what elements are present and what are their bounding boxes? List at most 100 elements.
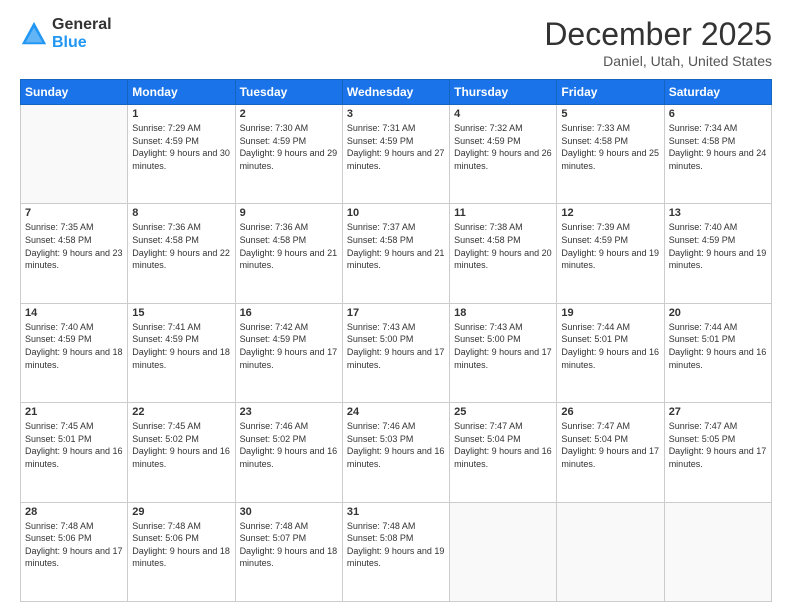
day-detail: Sunrise: 7:46 AMSunset: 5:03 PMDaylight:… [347, 420, 445, 470]
col-wednesday: Wednesday [342, 80, 449, 105]
table-row: 8Sunrise: 7:36 AMSunset: 4:58 PMDaylight… [128, 204, 235, 303]
day-detail: Sunrise: 7:31 AMSunset: 4:59 PMDaylight:… [347, 122, 445, 172]
table-row: 15 Sunrise: 7:41 AMSunset: 4:59 PMDayligh… [128, 303, 235, 402]
logo-blue: Blue [52, 34, 112, 52]
day-number: 16 [240, 307, 338, 319]
day-detail: Sunrise: 7:48 AMSunset: 5:06 PMDaylight:… [25, 520, 123, 570]
table-row [21, 105, 128, 204]
day-number: 29 [132, 506, 230, 518]
day-detail: Sunrise: 7:44 AMSunset: 5:01 PMDaylight:… [561, 321, 659, 371]
day-number: 23 [240, 406, 338, 418]
day-detail: Sunrise: 7:37 AMSunset: 4:58 PMDaylight:… [347, 221, 445, 271]
day-number: 1 [132, 108, 230, 120]
table-row: 9 Sunrise: 7:36 AMSunset: 4:58 PMDaylight… [235, 204, 342, 303]
table-row: 20Sunrise: 7:44 AMSunset: 5:01 PMDayligh… [664, 303, 771, 402]
calendar-week-row: 14 Sunrise: 7:40 AMSunset: 4:59 PMDayligh… [21, 303, 772, 402]
logo-general: General [52, 16, 112, 34]
logo-icon [20, 20, 48, 48]
day-number: 27 [669, 406, 767, 418]
day-number: 15 [132, 307, 230, 319]
table-row: 3 Sunrise: 7:31 AMSunset: 4:59 PMDaylight… [342, 105, 449, 204]
day-detail: Sunrise: 7:48 AMSunset: 5:07 PMDaylight:… [240, 520, 338, 570]
day-number: 8 [132, 207, 230, 219]
table-row: 27 Sunrise: 7:47 AMSunset: 5:05 PMDayligh… [664, 403, 771, 502]
table-row: 17Sunrise: 7:43 AMSunset: 5:00 PMDayligh… [342, 303, 449, 402]
col-saturday: Saturday [664, 80, 771, 105]
table-row: 7Sunrise: 7:35 AMSunset: 4:58 PMDaylight… [21, 204, 128, 303]
table-row: 25 Sunrise: 7:47 AMSunset: 5:04 PMDayligh… [450, 403, 557, 502]
day-number: 21 [25, 406, 123, 418]
table-row: 1 Sunrise: 7:29 AMSunset: 4:59 PMDaylight… [128, 105, 235, 204]
table-row: 24Sunrise: 7:46 AMSunset: 5:03 PMDayligh… [342, 403, 449, 502]
day-detail: Sunrise: 7:43 AMSunset: 5:00 PMDaylight:… [454, 321, 552, 371]
location-title: Daniel, Utah, United States [544, 53, 772, 69]
table-row: 19 Sunrise: 7:44 AMSunset: 5:01 PMDayligh… [557, 303, 664, 402]
day-detail: Sunrise: 7:38 AMSunset: 4:58 PMDaylight:… [454, 221, 552, 271]
day-number: 17 [347, 307, 445, 319]
table-row: 18Sunrise: 7:43 AMSunset: 5:00 PMDayligh… [450, 303, 557, 402]
day-detail: Sunrise: 7:41 AMSunset: 4:59 PMDaylight:… [132, 321, 230, 371]
page: General Blue December 2025 Daniel, Utah,… [0, 0, 792, 612]
day-number: 6 [669, 108, 767, 120]
title-block: December 2025 Daniel, Utah, United State… [544, 16, 772, 69]
table-row [557, 502, 664, 601]
table-row: 29 Sunrise: 7:48 AMSunset: 5:06 PMDayligh… [128, 502, 235, 601]
day-detail: Sunrise: 7:45 AMSunset: 5:02 PMDaylight:… [132, 420, 230, 470]
table-row: 11Sunrise: 7:38 AMSunset: 4:58 PMDayligh… [450, 204, 557, 303]
table-row [664, 502, 771, 601]
day-number: 5 [561, 108, 659, 120]
table-row: 22Sunrise: 7:45 AMSunset: 5:02 PMDayligh… [128, 403, 235, 502]
calendar-table: Sunday Monday Tuesday Wednesday Thursday… [20, 79, 772, 602]
day-detail: Sunrise: 7:29 AMSunset: 4:59 PMDaylight:… [132, 122, 230, 172]
day-detail: Sunrise: 7:48 AMSunset: 5:08 PMDaylight:… [347, 520, 445, 570]
table-row: 26Sunrise: 7:47 AMSunset: 5:04 PMDayligh… [557, 403, 664, 502]
day-detail: Sunrise: 7:35 AMSunset: 4:58 PMDaylight:… [25, 221, 123, 271]
calendar-week-row: 28 Sunrise: 7:48 AMSunset: 5:06 PMDayligh… [21, 502, 772, 601]
day-number: 10 [347, 207, 445, 219]
day-detail: Sunrise: 7:30 AMSunset: 4:59 PMDaylight:… [240, 122, 338, 172]
day-detail: Sunrise: 7:47 AMSunset: 5:05 PMDaylight:… [669, 420, 767, 470]
day-number: 13 [669, 207, 767, 219]
day-detail: Sunrise: 7:40 AMSunset: 4:59 PMDaylight:… [25, 321, 123, 371]
day-detail: Sunrise: 7:47 AMSunset: 5:04 PMDaylight:… [454, 420, 552, 470]
calendar-week-row: 7Sunrise: 7:35 AMSunset: 4:58 PMDaylight… [21, 204, 772, 303]
table-row: 21 Sunrise: 7:45 AMSunset: 5:01 PMDayligh… [21, 403, 128, 502]
table-row: 14 Sunrise: 7:40 AMSunset: 4:59 PMDayligh… [21, 303, 128, 402]
table-row: 30Sunrise: 7:48 AMSunset: 5:07 PMDayligh… [235, 502, 342, 601]
col-tuesday: Tuesday [235, 80, 342, 105]
day-detail: Sunrise: 7:47 AMSunset: 5:04 PMDaylight:… [561, 420, 659, 470]
calendar-header-row: Sunday Monday Tuesday Wednesday Thursday… [21, 80, 772, 105]
day-number: 4 [454, 108, 552, 120]
day-detail: Sunrise: 7:32 AMSunset: 4:59 PMDaylight:… [454, 122, 552, 172]
col-thursday: Thursday [450, 80, 557, 105]
table-row [450, 502, 557, 601]
day-number: 25 [454, 406, 552, 418]
day-number: 9 [240, 207, 338, 219]
day-number: 19 [561, 307, 659, 319]
day-detail: Sunrise: 7:48 AMSunset: 5:06 PMDaylight:… [132, 520, 230, 570]
col-friday: Friday [557, 80, 664, 105]
logo: General Blue [20, 16, 112, 51]
day-detail: Sunrise: 7:40 AMSunset: 4:59 PMDaylight:… [669, 221, 767, 271]
day-number: 28 [25, 506, 123, 518]
table-row: 13 Sunrise: 7:40 AMSunset: 4:59 PMDayligh… [664, 204, 771, 303]
table-row: 2Sunrise: 7:30 AMSunset: 4:59 PMDaylight… [235, 105, 342, 204]
table-row: 5Sunrise: 7:33 AMSunset: 4:58 PMDaylight… [557, 105, 664, 204]
calendar-week-row: 21 Sunrise: 7:45 AMSunset: 5:01 PMDayligh… [21, 403, 772, 502]
header: General Blue December 2025 Daniel, Utah,… [20, 16, 772, 69]
day-detail: Sunrise: 7:36 AMSunset: 4:58 PMDaylight:… [240, 221, 338, 271]
table-row: 28 Sunrise: 7:48 AMSunset: 5:06 PMDayligh… [21, 502, 128, 601]
table-row: 4 Sunrise: 7:32 AMSunset: 4:59 PMDaylight… [450, 105, 557, 204]
logo-text: General Blue [52, 16, 112, 51]
day-detail: Sunrise: 7:46 AMSunset: 5:02 PMDaylight:… [240, 420, 338, 470]
day-number: 31 [347, 506, 445, 518]
table-row: 12Sunrise: 7:39 AMSunset: 4:59 PMDayligh… [557, 204, 664, 303]
day-number: 3 [347, 108, 445, 120]
col-sunday: Sunday [21, 80, 128, 105]
calendar-week-row: 1 Sunrise: 7:29 AMSunset: 4:59 PMDaylight… [21, 105, 772, 204]
table-row: 10 Sunrise: 7:37 AMSunset: 4:58 PMDayligh… [342, 204, 449, 303]
day-detail: Sunrise: 7:45 AMSunset: 5:01 PMDaylight:… [25, 420, 123, 470]
table-row: 16Sunrise: 7:42 AMSunset: 4:59 PMDayligh… [235, 303, 342, 402]
day-number: 14 [25, 307, 123, 319]
month-title: December 2025 [544, 16, 772, 53]
